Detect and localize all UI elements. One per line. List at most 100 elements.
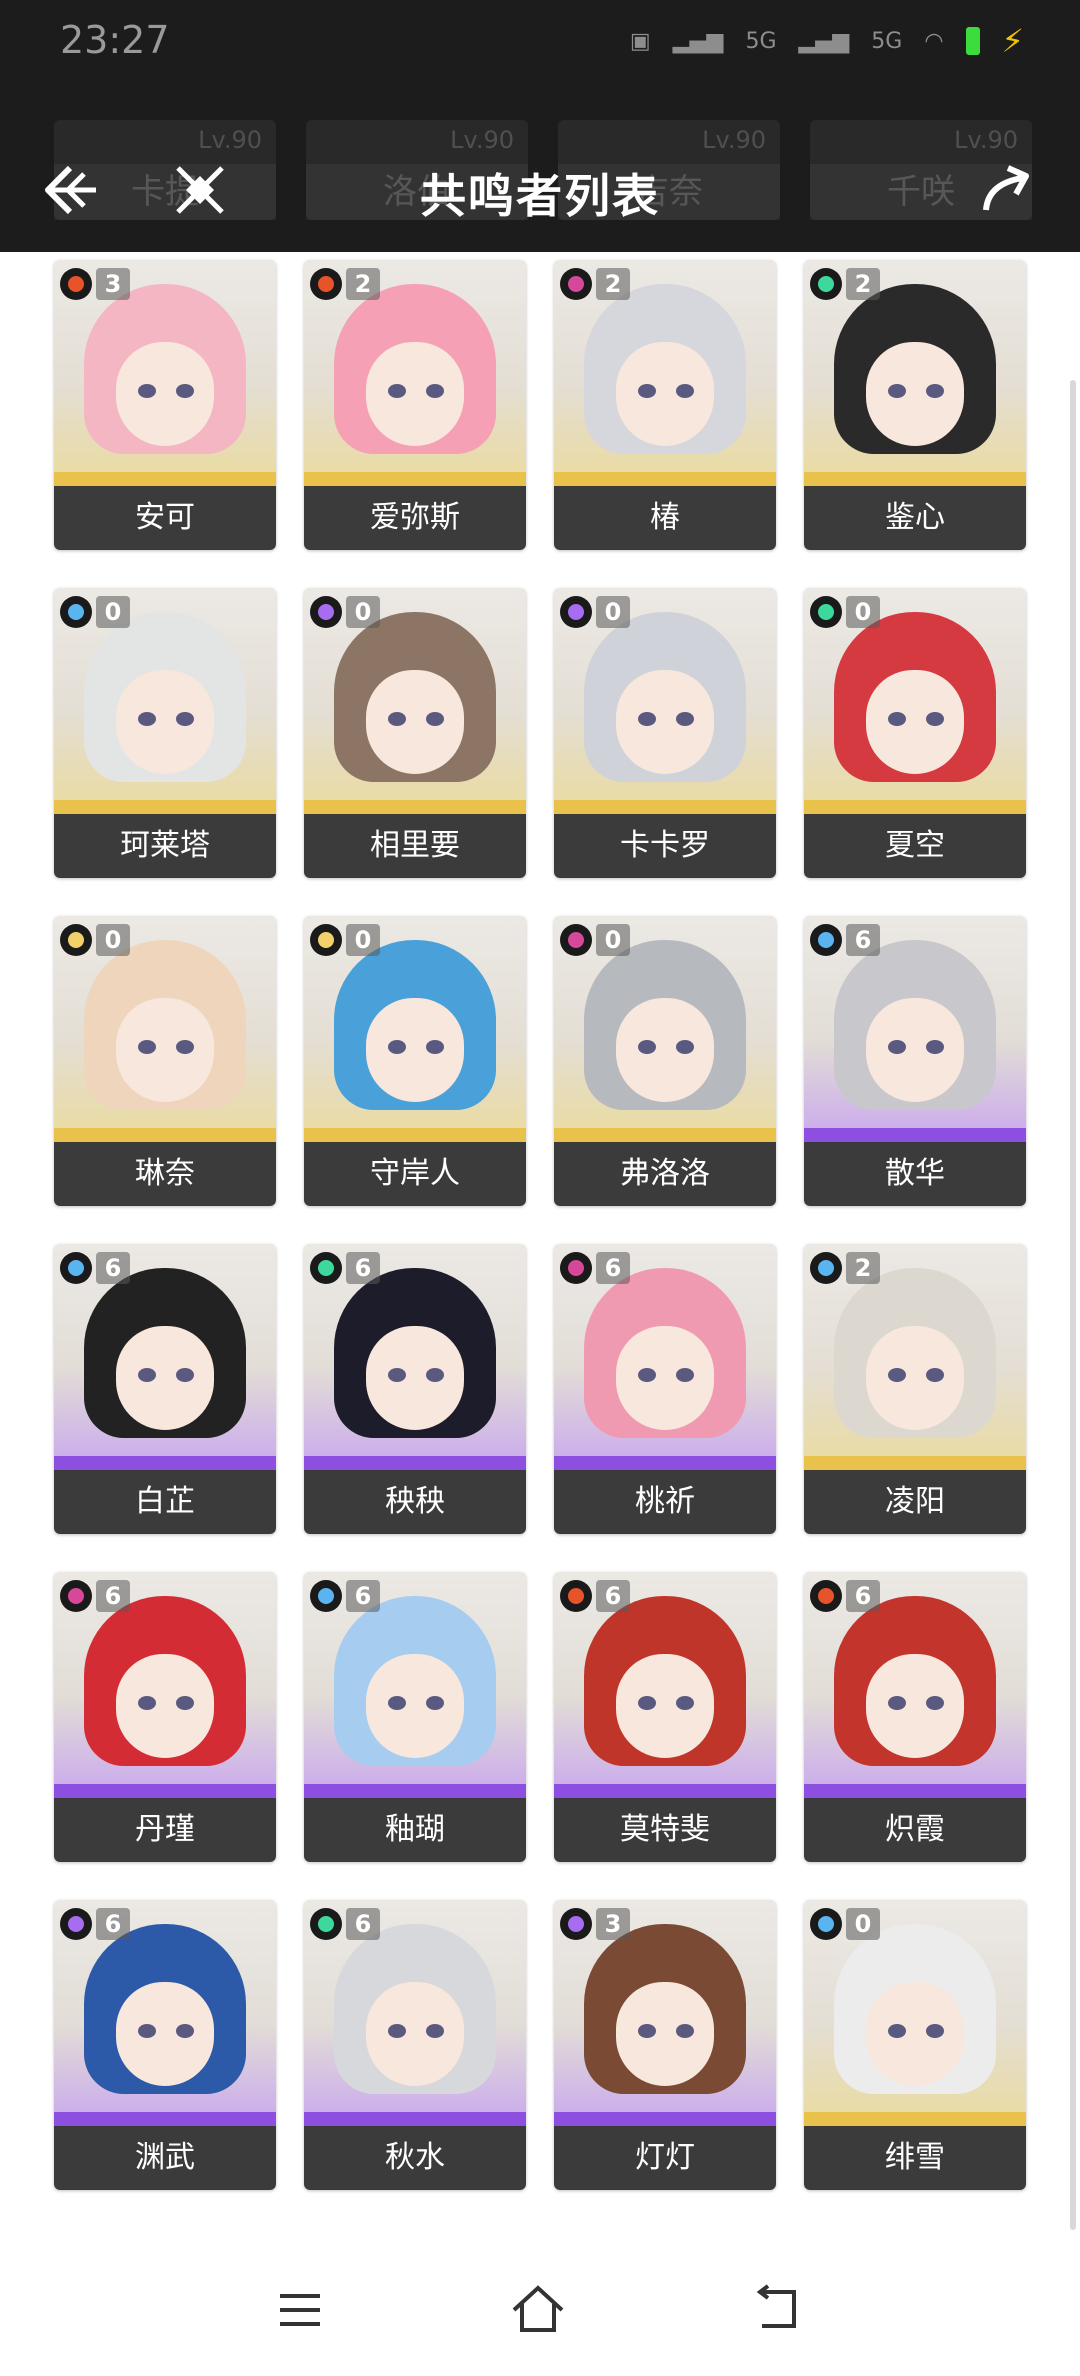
rarity-strip xyxy=(804,472,1026,486)
sequence-badge: 2 xyxy=(846,268,880,300)
menu-icon xyxy=(280,2294,320,2326)
scrollbar[interactable] xyxy=(1070,380,1076,2230)
element-dot xyxy=(318,932,334,948)
portrait-eye xyxy=(926,2024,944,2038)
portrait-face xyxy=(366,1982,464,2086)
rarity-strip xyxy=(554,2112,776,2126)
system-nav-bar xyxy=(0,2250,1080,2376)
character-card[interactable]: 0Lv.90相里要 xyxy=(304,588,526,878)
status-icons: ▣ ▂▄▆ 5G ▂▄▆ 5G ◠ ⚡ xyxy=(630,22,1024,60)
status-time: 23:27 xyxy=(60,18,170,62)
signal-icon: ▂▄▆ xyxy=(672,28,724,54)
rarity-strip xyxy=(554,1128,776,1142)
portrait-face xyxy=(366,998,464,1102)
character-card[interactable]: 6Lv.80秋水 xyxy=(304,1900,526,2190)
element-dot xyxy=(568,1588,584,1604)
sequence-badge: 3 xyxy=(596,1908,630,1940)
nav-back-icon xyxy=(756,2284,796,2328)
rarity-strip xyxy=(304,472,526,486)
element-dot xyxy=(818,1588,834,1604)
character-card[interactable]: 6Lv.80釉瑚 xyxy=(304,1572,526,1862)
portrait-eye xyxy=(676,712,694,726)
character-card[interactable]: 2Lv.90鉴心 xyxy=(804,260,1026,550)
character-card[interactable]: 3Lv.90安可 xyxy=(54,260,276,550)
element-dot xyxy=(318,276,334,292)
portrait-eye xyxy=(138,2024,156,2038)
network-label: 5G xyxy=(745,28,777,54)
rarity-strip xyxy=(804,1784,1026,1798)
character-card[interactable]: 0Lv.90夏空 xyxy=(804,588,1026,878)
rarity-strip xyxy=(54,1456,276,1470)
character-card[interactable]: 6Lv.80渊武 xyxy=(54,1900,276,2190)
character-name: 琳奈 xyxy=(54,1142,276,1206)
character-name: 珂莱塔 xyxy=(54,814,276,878)
rarity-strip xyxy=(554,1784,776,1798)
portrait-face xyxy=(616,998,714,1102)
character-card[interactable]: 6Lv.90桃祈 xyxy=(554,1244,776,1534)
sequence-badge: 0 xyxy=(846,1908,880,1940)
portrait-face xyxy=(116,670,214,774)
sequence-badge: 0 xyxy=(596,924,630,956)
character-name: 渊武 xyxy=(54,2126,276,2190)
character-card[interactable]: 6Lv.80炽霞 xyxy=(804,1572,1026,1862)
character-name: 安可 xyxy=(54,486,276,550)
sequence-badge: 0 xyxy=(596,596,630,628)
portrait-face xyxy=(866,670,964,774)
character-card[interactable]: 2Lv.90椿 xyxy=(554,260,776,550)
portrait-face xyxy=(366,1326,464,1430)
menu-button[interactable] xyxy=(270,2280,330,2340)
sequence-badge: 3 xyxy=(96,268,130,300)
portrait-face xyxy=(366,670,464,774)
character-card[interactable]: 6Lv.90秧秧 xyxy=(304,1244,526,1534)
rarity-strip xyxy=(554,800,776,814)
page-title: 共鸣者列表 xyxy=(420,169,660,223)
character-card[interactable]: 6Lv.90白芷 xyxy=(54,1244,276,1534)
element-dot xyxy=(568,932,584,948)
portrait-eye xyxy=(638,1040,656,1054)
portrait-eye xyxy=(138,1696,156,1710)
portrait-eye xyxy=(388,712,406,726)
character-card[interactable]: 0Lv.90琳奈 xyxy=(54,916,276,1206)
electro-element-icon xyxy=(560,596,592,628)
character-name: 守岸人 xyxy=(304,1142,526,1206)
fusion-element-icon xyxy=(560,1580,592,1612)
character-card[interactable]: 0Lv.90珂莱塔 xyxy=(54,588,276,878)
network-label-2: 5G xyxy=(871,28,903,54)
rarity-strip xyxy=(804,800,1026,814)
character-card[interactable]: 0Lv.90守岸人 xyxy=(304,916,526,1206)
element-dot xyxy=(68,604,84,620)
electro-element-icon xyxy=(560,1908,592,1940)
character-name: 弗洛洛 xyxy=(554,1142,776,1206)
character-card[interactable]: 0Lv.90弗洛洛 xyxy=(554,916,776,1206)
rarity-strip xyxy=(554,472,776,486)
character-name: 夏空 xyxy=(804,814,1026,878)
portrait-eye xyxy=(388,1696,406,1710)
glacio-element-icon xyxy=(60,596,92,628)
character-card[interactable]: 0Lv.90卡卡罗 xyxy=(554,588,776,878)
portrait-face xyxy=(116,342,214,446)
electro-element-icon xyxy=(310,596,342,628)
character-name: 桃祈 xyxy=(554,1470,776,1534)
sequence-badge: 2 xyxy=(846,1252,880,1284)
character-card[interactable]: 2Lv.80凌阳 xyxy=(804,1244,1026,1534)
portrait-eye xyxy=(888,1696,906,1710)
home-button[interactable] xyxy=(508,2280,568,2340)
character-card[interactable]: 6Lv.90散华 xyxy=(804,916,1026,1206)
portrait-face xyxy=(616,342,714,446)
portrait-eye xyxy=(388,384,406,398)
character-name: 绯雪 xyxy=(804,2126,1026,2190)
character-card[interactable]: 6Lv.80莫特斐 xyxy=(554,1572,776,1862)
share-button[interactable] xyxy=(976,160,1036,220)
character-name: 相里要 xyxy=(304,814,526,878)
character-card[interactable]: 6Lv.80丹瑾 xyxy=(54,1572,276,1862)
character-card[interactable]: 2Lv.90爱弥斯 xyxy=(304,260,526,550)
nav-back-button[interactable] xyxy=(748,2280,808,2340)
background-level: Lv.90 xyxy=(198,126,262,154)
character-card[interactable]: 3Lv.80灯灯 xyxy=(554,1900,776,2190)
element-dot xyxy=(68,1588,84,1604)
portrait-eye xyxy=(176,1696,194,1710)
character-name: 凌阳 xyxy=(804,1470,1026,1534)
character-card[interactable]: 0Lv.60绯雪 xyxy=(804,1900,1026,2190)
portrait-face xyxy=(116,1326,214,1430)
sequence-badge: 6 xyxy=(846,1580,880,1612)
